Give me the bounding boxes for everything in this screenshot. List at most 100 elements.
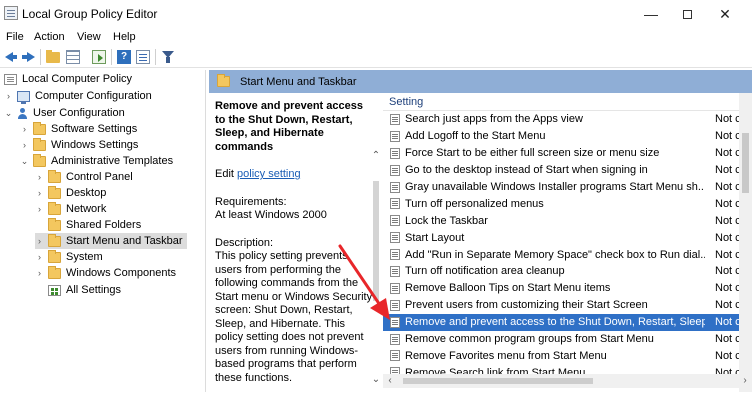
tree-item-windows-settings[interactable]: › Windows Settings [20,137,138,153]
table-row[interactable]: Add "Run in Separate Memory Space" check… [383,246,752,263]
title-bar: Local Group Policy Editor — ✕ [0,0,752,30]
minimize-button[interactable]: — [636,4,666,24]
table-row[interactable]: Search just apps from the Apps view Not c [383,111,752,128]
settings-scrollbar[interactable] [739,93,752,392]
expand-chevron-icon[interactable]: › [35,268,44,278]
export-list-icon[interactable] [92,50,106,64]
scroll-up-icon[interactable]: ⌃ [369,149,383,163]
tree-item-label: Shared Folders [66,219,142,231]
policy-setting-icon [390,164,400,176]
settings-scroll-thumb[interactable] [742,133,749,193]
help-icon[interactable]: ? [117,50,131,64]
settings-rows: Search just apps from the Apps view Not c… [383,111,752,381]
expand-chevron-icon[interactable]: › [35,204,44,214]
setting-state: Not c [715,147,741,160]
table-row[interactable]: Remove common program groups from Start … [383,331,752,348]
collapse-chevron-icon[interactable]: ⌄ [20,156,29,167]
expand-chevron-icon[interactable]: › [35,188,44,198]
table-row[interactable]: Turn off notification area cleanup Not c [383,263,752,280]
tree-item-network[interactable]: › Network [35,201,106,217]
expand-chevron-icon[interactable]: › [20,140,29,150]
tree-item-system[interactable]: › System [35,249,103,265]
back-arrow-icon[interactable] [4,50,18,64]
properties-icon[interactable] [136,50,150,64]
close-button[interactable]: ✕ [710,4,740,24]
tree-item-shared-folders[interactable]: Shared Folders [35,217,141,233]
menu-file[interactable]: File [6,31,24,43]
toolbar: ? [0,46,752,68]
table-row[interactable]: Go to the desktop instead of Start when … [383,162,752,179]
menu-help[interactable]: Help [113,31,136,43]
horizontal-scroll-thumb[interactable] [403,378,593,384]
toolbar-separator [155,49,156,65]
folder-icon [33,137,46,151]
expand-chevron-icon[interactable]: › [20,124,29,134]
expand-chevron-icon[interactable]: › [35,236,44,246]
edit-policy-setting-link[interactable]: policy setting [237,168,301,180]
requirements-label: Requirements: [215,195,287,208]
setting-name: Turn off notification area cleanup [405,265,565,278]
scroll-right-icon[interactable]: › [738,374,752,388]
table-row[interactable]: Remove Balloon Tips on Start Menu items N… [383,280,752,297]
setting-state: Not c [715,333,741,346]
policy-setting-icon [390,147,400,159]
menu-action[interactable]: Action [34,31,65,43]
expand-chevron-icon[interactable]: › [35,172,44,182]
folder-icon [48,217,61,231]
expand-chevron-icon[interactable]: › [4,91,13,101]
tree-item-software-settings[interactable]: › Software Settings [20,121,137,137]
tree-item-label: Administrative Templates [51,155,174,167]
edit-policy-line: Edit policy setting [215,168,301,180]
table-row[interactable]: Remove Favorites menu from Start Menu Not… [383,347,752,364]
setting-state: Not c [715,197,741,210]
tree-item-user-configuration[interactable]: ⌄ User Configuration [4,105,125,121]
table-row[interactable]: Turn off personalized menus Not c [383,195,752,212]
setting-state: Not c [715,214,741,227]
tree-item-desktop[interactable]: › Desktop [35,185,106,201]
table-row[interactable]: Prevent users from customizing their Sta… [383,297,752,314]
user-icon [17,107,28,119]
tree-item-label: Windows Settings [51,139,139,151]
scroll-left-icon[interactable]: ‹ [383,374,397,388]
table-row[interactable]: Remove and prevent access to the Shut Do… [383,313,752,331]
navigation-tree: Local Computer Policy › Computer Configu… [0,70,206,392]
tree-item-label: System [66,251,103,263]
tree-item-computer-configuration[interactable]: › Computer Configuration [4,88,152,104]
collapse-chevron-icon[interactable]: ⌄ [4,108,13,119]
expand-chevron-icon[interactable]: › [35,252,44,262]
tree-item-local-computer-policy[interactable]: Local Computer Policy [4,71,132,87]
table-row[interactable]: Add Logoff to the Start Menu Not c [383,128,752,145]
horizontal-scrollbar[interactable]: ‹ › [383,374,752,388]
tree-item-windows-components[interactable]: › Windows Components [35,265,176,281]
maximize-icon [682,10,692,19]
maximize-button[interactable] [672,4,702,24]
tree-item-label: User Configuration [33,107,125,119]
setting-state: Not c [715,265,741,278]
filter-icon[interactable] [161,50,175,64]
show-hide-tree-icon[interactable] [66,50,80,64]
table-row[interactable]: Lock the Taskbar Not c [383,212,752,229]
scroll-down-icon[interactable]: ⌄ [369,373,383,387]
policy-setting-icon [390,130,400,142]
tree-item-control-panel[interactable]: › Control Panel [35,169,133,185]
table-row[interactable]: Start Layout Not c [383,229,752,246]
tree-item-label: Control Panel [66,171,133,183]
setting-name: Force Start to be either full screen siz… [405,147,660,160]
group-policy-app-icon [4,6,18,20]
details-pane: Start Menu and Taskbar Remove and preven… [209,70,752,392]
setting-name: Remove common program groups from Start … [405,333,654,346]
table-row[interactable]: Force Start to be either full screen siz… [383,145,752,162]
tree-item-start-menu-and-taskbar[interactable]: › Start Menu and Taskbar [35,233,187,249]
up-folder-icon[interactable] [46,50,60,63]
table-row[interactable]: Gray unavailable Windows Installer progr… [383,179,752,196]
setting-name: Search just apps from the Apps view [405,113,583,126]
menu-view[interactable]: View [77,31,101,43]
tree-item-all-settings[interactable]: All Settings [35,282,121,298]
column-header-setting[interactable]: Setting [383,96,723,108]
tree-item-administrative-templates[interactable]: ⌄ Administrative Templates [20,153,173,169]
tree-item-label: Local Computer Policy [22,73,133,85]
folder-icon [33,121,46,135]
forward-arrow-icon[interactable] [21,50,35,64]
tree-item-label: Network [66,203,107,215]
setting-state: Not c [715,130,741,143]
